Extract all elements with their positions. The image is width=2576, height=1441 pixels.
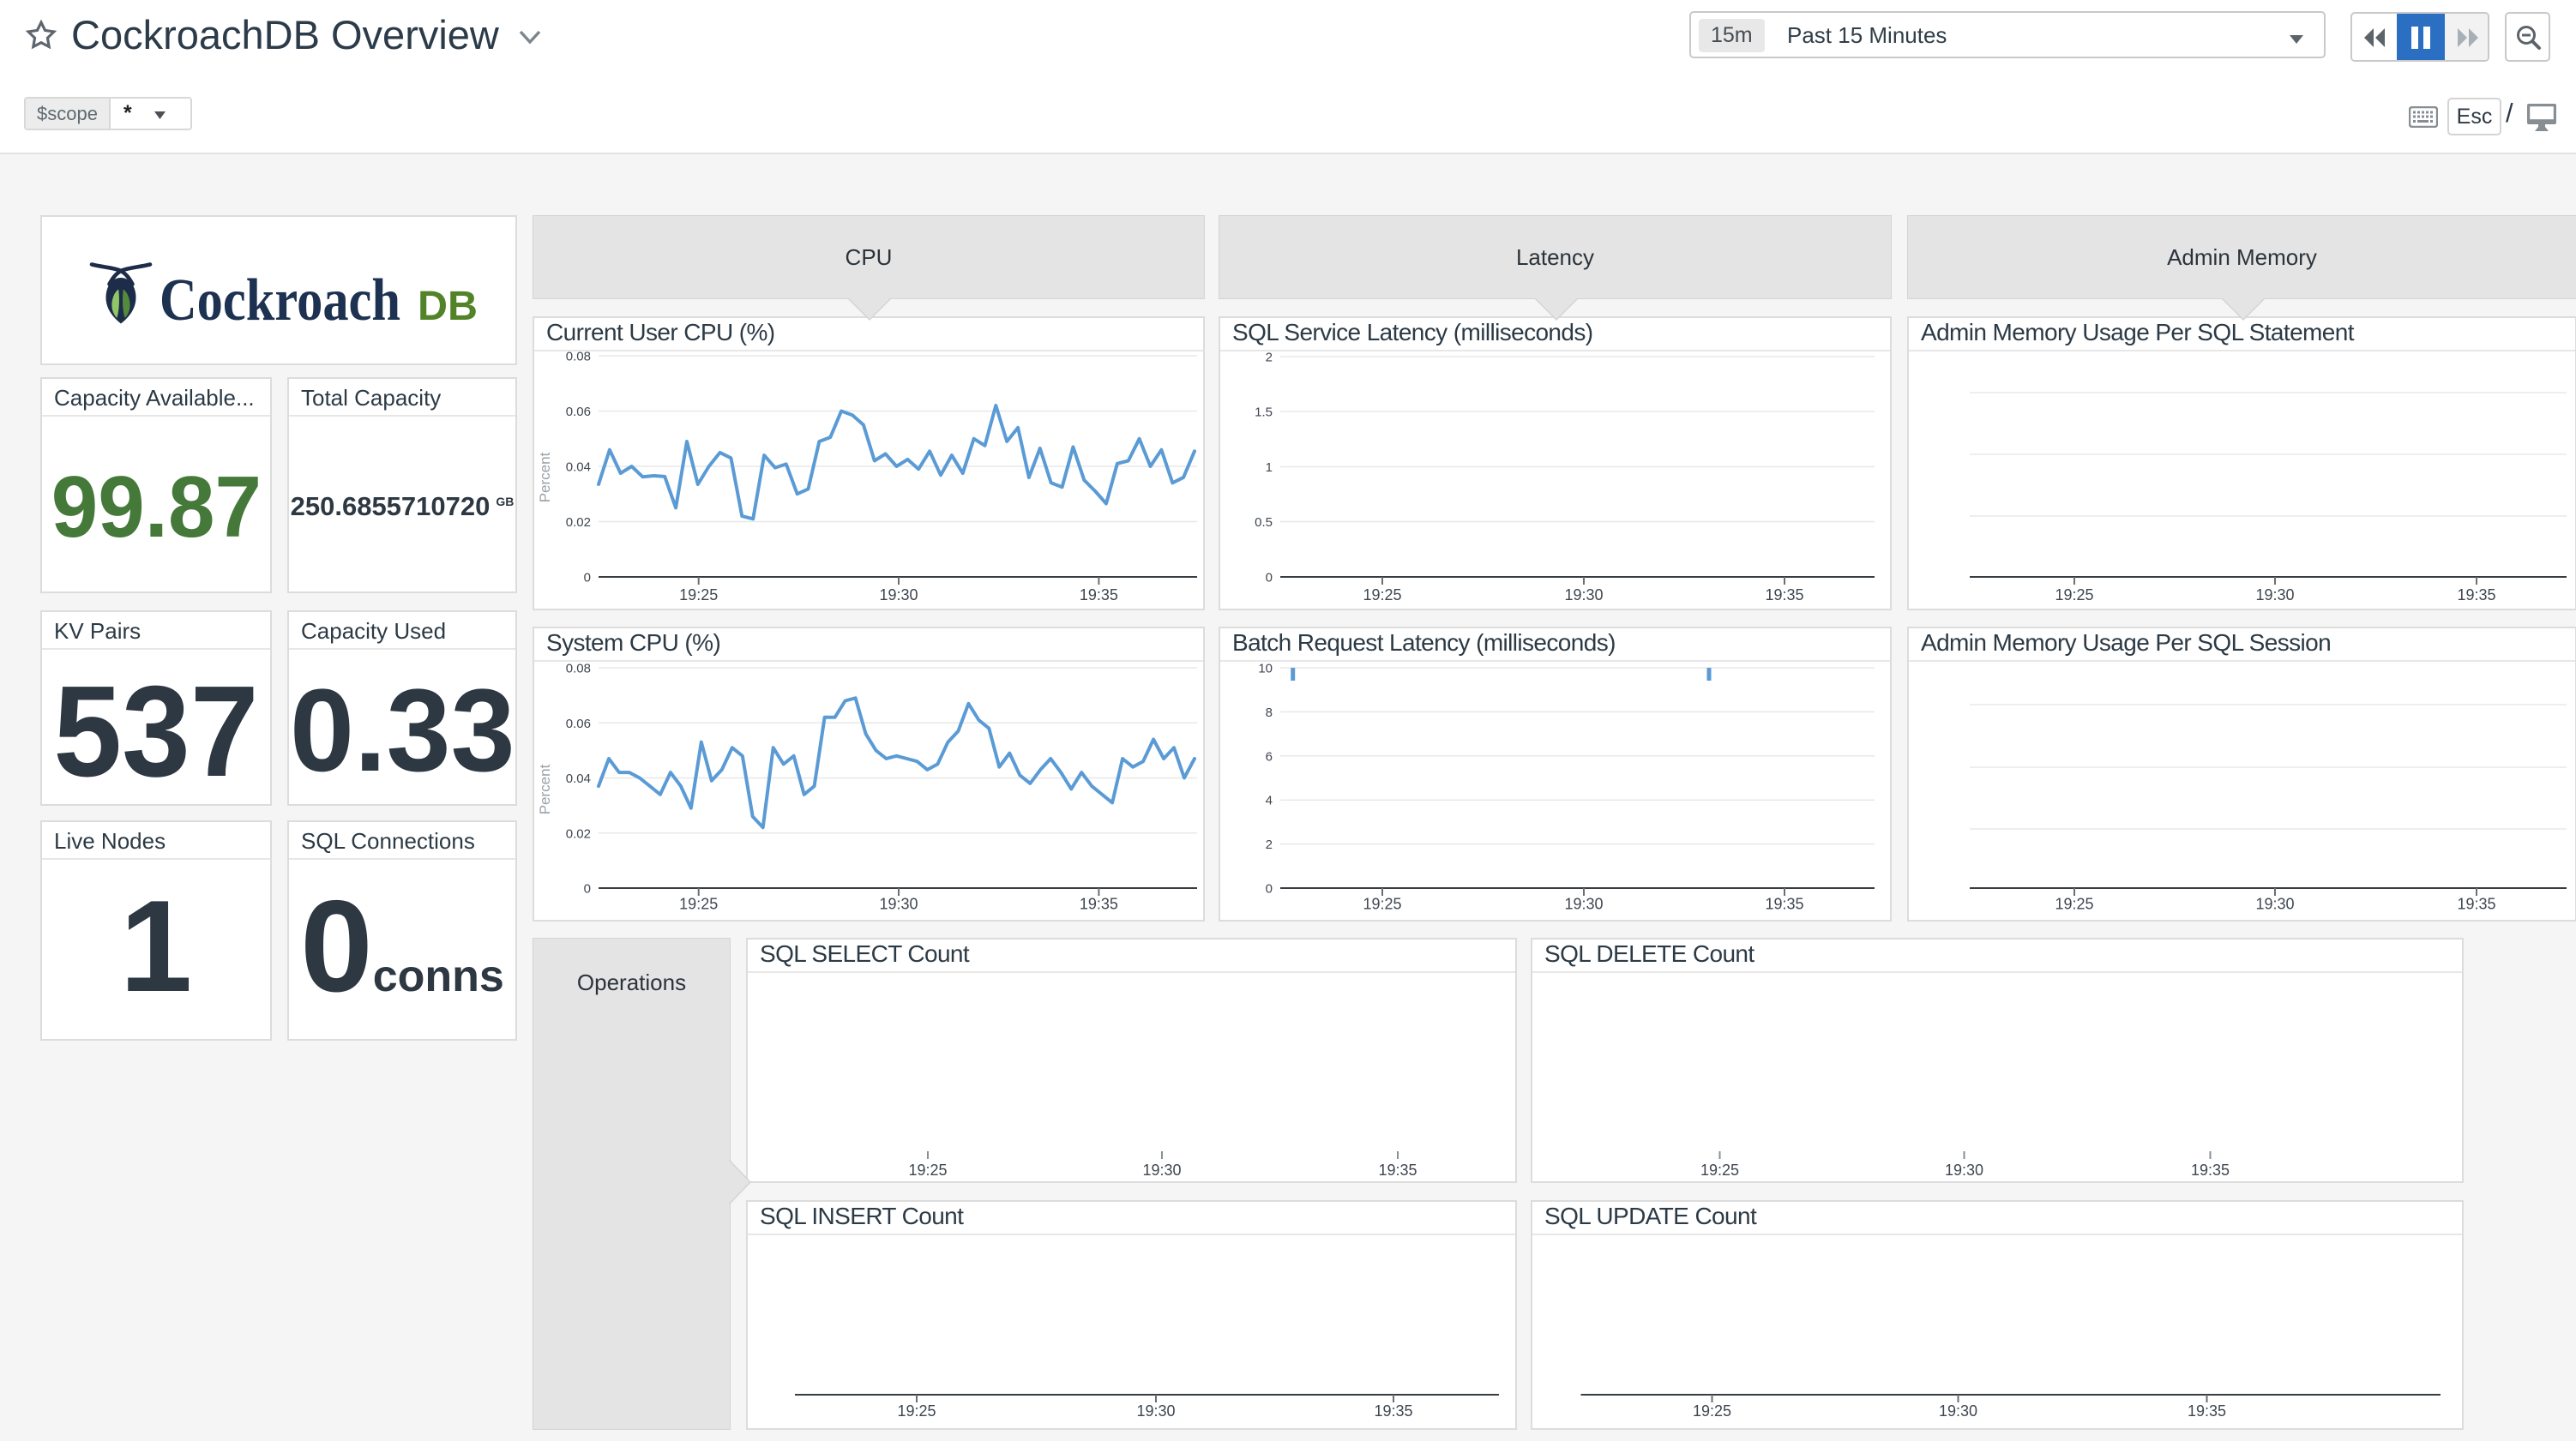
svg-text:19:25: 19:25 xyxy=(1693,1402,1731,1420)
svg-text:0.08: 0.08 xyxy=(566,350,591,364)
svg-text:19:30: 19:30 xyxy=(879,586,918,603)
svg-text:19:35: 19:35 xyxy=(1374,1402,1412,1420)
svg-text:0.5: 0.5 xyxy=(1255,515,1273,530)
svg-text:19:35: 19:35 xyxy=(1080,896,1118,913)
svg-text:8: 8 xyxy=(1266,705,1273,720)
svg-text:19:35: 19:35 xyxy=(1765,586,1803,603)
svg-text:19:25: 19:25 xyxy=(897,1402,936,1420)
svg-text:19:25: 19:25 xyxy=(1700,1162,1739,1179)
svg-text:19:35: 19:35 xyxy=(2191,1162,2230,1179)
svg-text:19:35: 19:35 xyxy=(2457,896,2495,913)
svg-text:19:25: 19:25 xyxy=(908,1162,947,1179)
svg-text:19:30: 19:30 xyxy=(1136,1402,1175,1420)
svg-text:19:30: 19:30 xyxy=(1945,1162,1983,1179)
svg-text:0.06: 0.06 xyxy=(566,717,591,731)
svg-text:19:25: 19:25 xyxy=(1363,896,1401,913)
svg-text:19:25: 19:25 xyxy=(2055,896,2093,913)
svg-text:19:30: 19:30 xyxy=(1564,586,1603,603)
svg-text:19:35: 19:35 xyxy=(2188,1402,2226,1420)
svg-text:0: 0 xyxy=(584,571,591,585)
svg-text:Cockroach: Cockroach xyxy=(159,267,400,333)
svg-text:19:30: 19:30 xyxy=(1142,1162,1181,1179)
svg-text:19:35: 19:35 xyxy=(2457,586,2495,603)
svg-text:19:25: 19:25 xyxy=(1363,586,1401,603)
svg-text:19:30: 19:30 xyxy=(879,896,918,913)
svg-text:19:25: 19:25 xyxy=(679,586,718,603)
svg-text:0.04: 0.04 xyxy=(566,772,591,786)
svg-text:0.08: 0.08 xyxy=(566,662,591,676)
svg-text:10: 10 xyxy=(1258,662,1273,676)
svg-text:19:35: 19:35 xyxy=(1765,896,1803,913)
svg-text:2: 2 xyxy=(1266,351,1273,365)
svg-text:Percent: Percent xyxy=(537,764,553,814)
svg-text:6: 6 xyxy=(1266,749,1273,764)
svg-text:Percent: Percent xyxy=(537,452,553,502)
svg-text:19:30: 19:30 xyxy=(1939,1402,1977,1420)
svg-text:19:35: 19:35 xyxy=(1378,1162,1417,1179)
svg-text:19:25: 19:25 xyxy=(2055,586,2093,603)
svg-text:0: 0 xyxy=(584,882,591,897)
svg-text:2: 2 xyxy=(1266,838,1273,852)
svg-text:19:30: 19:30 xyxy=(2255,586,2294,603)
svg-text:DB: DB xyxy=(418,284,478,329)
svg-text:19:30: 19:30 xyxy=(1564,896,1603,913)
svg-text:0.02: 0.02 xyxy=(566,826,591,841)
svg-text:0: 0 xyxy=(1266,882,1273,897)
svg-text:4: 4 xyxy=(1266,794,1273,808)
svg-text:0: 0 xyxy=(1266,571,1273,585)
svg-text:1: 1 xyxy=(1266,460,1273,475)
svg-text:1.5: 1.5 xyxy=(1255,405,1273,420)
svg-text:19:30: 19:30 xyxy=(2255,896,2294,913)
svg-text:0.06: 0.06 xyxy=(566,405,591,419)
svg-text:19:35: 19:35 xyxy=(1080,586,1118,603)
svg-text:19:25: 19:25 xyxy=(679,896,718,913)
svg-text:0.04: 0.04 xyxy=(566,460,591,475)
svg-text:0.02: 0.02 xyxy=(566,515,591,530)
